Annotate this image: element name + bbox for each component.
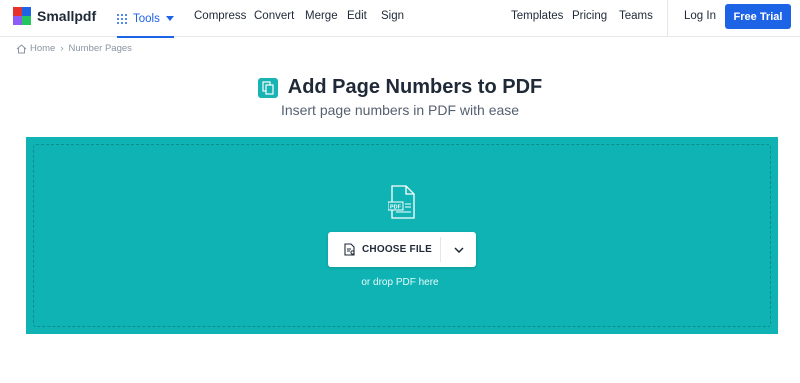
logo-icon [13,7,31,25]
tools-menu[interactable]: Tools [117,0,174,38]
nav-pricing[interactable]: Pricing [572,0,607,37]
breadcrumb: Home › Number Pages [16,43,132,54]
caret-down-icon [165,16,174,21]
breadcrumb-home[interactable]: Home [30,43,55,54]
page-heading: Add Page Numbers to PDF [0,76,800,99]
drop-hint: or drop PDF here [361,277,439,288]
choose-file-label: CHOOSE FILE [362,244,432,255]
pdf-badge: PDF [390,204,402,210]
tools-label: Tools [133,12,160,25]
home-icon [16,43,27,53]
chevron-down-icon [453,246,464,253]
breadcrumb-current: Number Pages [68,43,132,54]
page-title: Add Page Numbers to PDF [287,76,543,98]
nav-compress[interactable]: Compress [194,0,246,37]
login-link[interactable]: Log In [684,0,716,37]
choose-file-control: CHOOSE FILE [328,232,476,267]
choose-source-dropdown[interactable] [441,232,476,267]
grid-icon [117,13,127,24]
choose-file-button[interactable]: CHOOSE FILE [328,232,440,267]
pdf-file-icon: PDF [388,185,415,219]
nav-merge[interactable]: Merge [305,0,338,37]
nav-templates[interactable]: Templates [511,0,563,37]
brand-name: Smallpdf [37,8,97,24]
top-navigation: Smallpdf Tools Compress Convert Merge Ed… [0,0,800,38]
logo[interactable]: Smallpdf [13,7,96,25]
nav-convert[interactable]: Convert [254,0,294,37]
nav-edit[interactable]: Edit [347,0,367,37]
page-numbers-icon [257,77,278,98]
nav-sign[interactable]: Sign [381,0,404,37]
breadcrumb-separator: › [60,43,64,54]
nav-divider [667,0,668,37]
file-search-icon [344,243,355,256]
nav-teams[interactable]: Teams [619,0,653,37]
page-subtitle: Insert page numbers in PDF with ease [280,102,520,118]
free-trial-button[interactable]: Free Trial [725,4,791,29]
